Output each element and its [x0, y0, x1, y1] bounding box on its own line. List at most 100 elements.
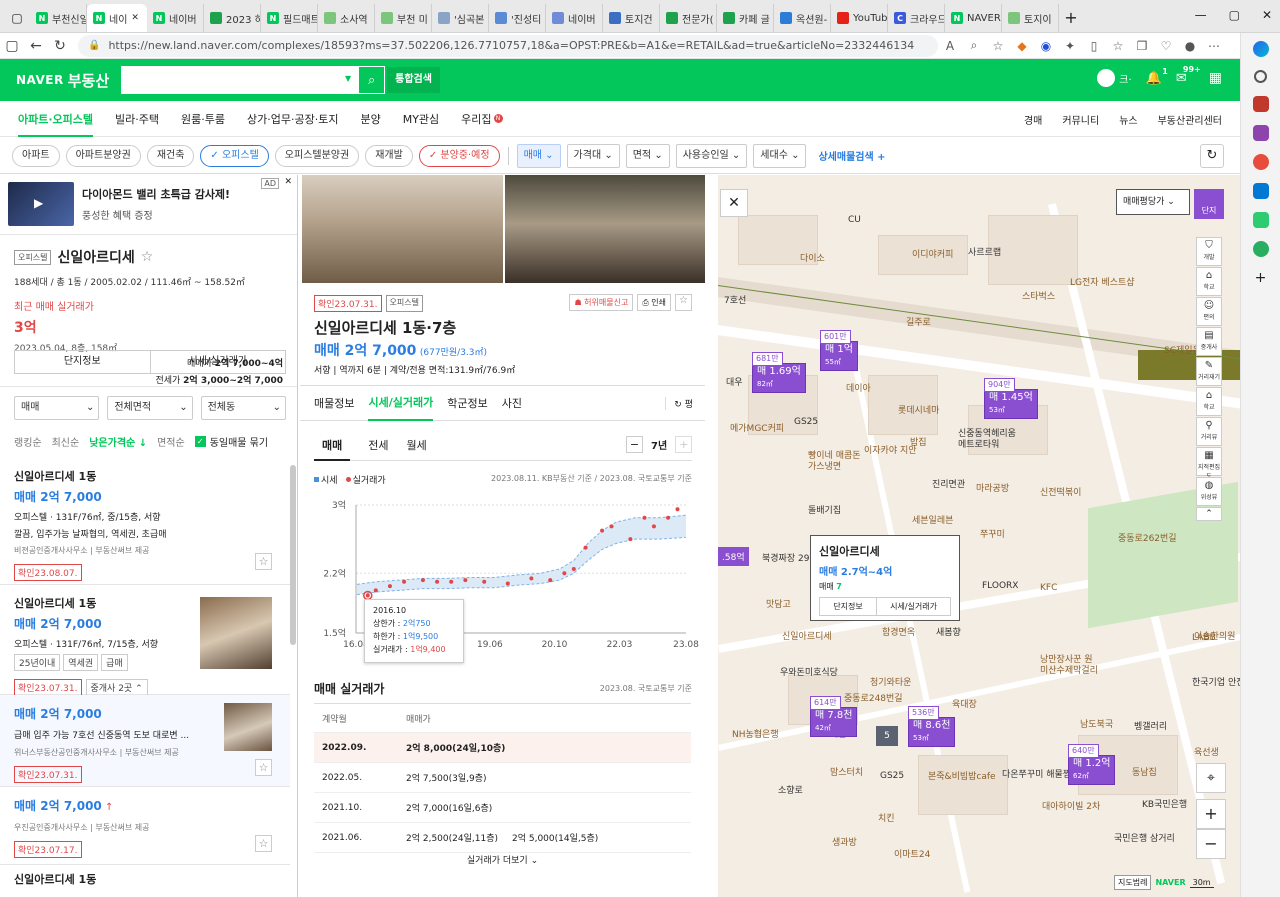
- map-poi-label[interactable]: GS25: [880, 771, 904, 781]
- map-poi-label[interactable]: 사르르랩: [968, 245, 1001, 258]
- map-poi-label[interactable]: 이디야커피: [912, 247, 953, 260]
- bookmark-star-icon[interactable]: ☆: [255, 835, 272, 852]
- sidebar-toggle-icon[interactable]: ▢: [0, 38, 24, 54]
- map-poi-label[interactable]: 신일아르디세: [782, 629, 832, 642]
- ad-banner[interactable]: ▶ 다이아몬드 밸리 초특급 감사제! 풍성한 혜택 증정 AD ✕: [0, 175, 297, 235]
- browser-tab[interactable]: YouTub: [831, 4, 888, 32]
- office-icon[interactable]: [1252, 154, 1269, 170]
- map-tool-button[interactable]: ☺ 편의: [1196, 297, 1222, 326]
- price-chart[interactable]: 3억2.2억1.5억16.08 19.06 20.10 22.03 23.08: [300, 485, 705, 655]
- detail-photos[interactable]: [302, 175, 705, 283]
- map-price-pin[interactable]: 601만 매 1억 55㎡: [820, 330, 858, 371]
- browser-tab[interactable]: 카페 글: [717, 4, 774, 32]
- menu-right-item[interactable]: 부동산관리센터: [1158, 112, 1222, 127]
- map-tool-button[interactable]: ◍ 위성뷰: [1196, 477, 1222, 506]
- filter-chip[interactable]: 아파트분양권: [65, 144, 141, 167]
- map-poi-label[interactable]: 길주로: [906, 315, 931, 328]
- sort-area[interactable]: 면적순: [157, 434, 185, 449]
- menu-right-item[interactable]: 뉴스: [1119, 112, 1137, 127]
- naver-logo[interactable]: NAVER: [16, 73, 64, 87]
- back-icon[interactable]: ←: [24, 38, 48, 54]
- map-poi-label[interactable]: 동남집: [1132, 765, 1157, 778]
- filter-select[interactable]: 면적 ⌄: [625, 143, 670, 168]
- listing-photo[interactable]: [224, 703, 272, 751]
- map-poi-label[interactable]: KFC: [1040, 583, 1057, 593]
- map-poi-label[interactable]: 소향로: [778, 783, 803, 796]
- apps-grid-icon[interactable]: ▦: [1209, 70, 1222, 86]
- browser-tab[interactable]: 네이버: [546, 4, 603, 32]
- map-poi-label[interactable]: 마라공방: [976, 481, 1009, 494]
- map-poi-label[interactable]: 대우: [726, 375, 743, 388]
- period-plus-button[interactable]: +: [675, 436, 693, 453]
- map-poi-label[interactable]: 국민은행 삼거리: [1114, 831, 1175, 844]
- building-select[interactable]: 전체동 ⌄: [200, 396, 286, 420]
- close-window-icon[interactable]: ✕: [1262, 8, 1272, 22]
- refresh-filter-button[interactable]: ↻: [1200, 144, 1224, 168]
- map-tool-button[interactable]: ⛉ 개발: [1196, 237, 1222, 266]
- map-poi-label[interactable]: 이마트24: [894, 847, 930, 860]
- listing-photo[interactable]: [200, 597, 272, 669]
- browser-tab[interactable]: 전문가(: [660, 4, 717, 32]
- browser-tab[interactable]: C 크라우드: [888, 4, 945, 32]
- sort-latest[interactable]: 최신순: [52, 434, 80, 449]
- drop-icon[interactable]: [1252, 212, 1269, 228]
- map-poi-label[interactable]: 신전떡볶이: [1040, 485, 1081, 498]
- map-price-pin[interactable]: 640만 매 1.2억 62㎡: [1068, 744, 1116, 785]
- map-poi-label[interactable]: 메가MGC커피: [730, 421, 784, 434]
- complex-info-button[interactable]: 단지정보: [15, 351, 151, 373]
- map-price-pin[interactable]: 681만 매 1.69억 82㎡: [752, 352, 806, 393]
- map-poi-label[interactable]: 롯데시네마: [898, 403, 939, 416]
- map-poi-label[interactable]: 육선생: [1194, 745, 1219, 758]
- filter-chip[interactable]: 재개발: [365, 144, 413, 167]
- search-input[interactable]: ▼: [121, 66, 360, 94]
- tab-close-icon[interactable]: ✕: [131, 13, 139, 23]
- map-poi-label[interactable]: 함경면옥: [882, 625, 915, 638]
- browser-tab[interactable]: '진성티: [489, 4, 546, 32]
- listing-card[interactable]: 매매 2억 7,000 ↑ 우진공인중개사사무소 | 부동산써브 제공 확인23…: [0, 787, 290, 865]
- filter-select[interactable]: 세대수 ⌄: [753, 143, 807, 168]
- popup-price-button[interactable]: 시세/실거래가: [877, 598, 950, 615]
- map-tool-button[interactable]: ✎ 거리재기: [1196, 357, 1222, 386]
- split-screen-icon[interactable]: ▯: [1082, 39, 1106, 53]
- bookmark-star-icon[interactable]: ☆: [255, 553, 272, 570]
- map-price-pin[interactable]: 614만 매 7.8천 42㎡: [810, 696, 858, 737]
- sort-ranking[interactable]: 랭킹순: [14, 434, 42, 449]
- health-icon[interactable]: ♡: [1154, 39, 1178, 53]
- total-search-button[interactable]: 통합검색: [387, 67, 440, 93]
- complex-popup[interactable]: 신일아르디세 매매 2.7억~4억 매매 7 단지정보 시세/실거래가: [810, 535, 960, 621]
- map-poi-label[interactable]: 신중동역헤리움 메트로타워: [958, 429, 1018, 451]
- map-poi-label[interactable]: 이자카야 지안: [864, 443, 917, 456]
- search-dropdown-icon[interactable]: ▼: [345, 74, 351, 83]
- tree-icon[interactable]: [1252, 241, 1269, 257]
- metamask-extension-icon[interactable]: ◆: [1010, 39, 1034, 53]
- map-poi-label[interactable]: 육대장: [952, 697, 977, 710]
- filter-chip[interactable]: ✓ 오피스텔: [200, 144, 269, 167]
- detail-photo[interactable]: [302, 175, 503, 283]
- tab-school[interactable]: 학군정보: [447, 395, 487, 411]
- tab-actions-icon[interactable]: ▢: [4, 4, 30, 32]
- zoom-out-button[interactable]: −: [1196, 829, 1226, 859]
- games-icon[interactable]: [1252, 125, 1269, 141]
- bookmark-star-icon[interactable]: ☆: [255, 759, 272, 776]
- menu-item[interactable]: 원룸·투룸: [181, 111, 225, 127]
- group-checkbox[interactable]: ✓: [194, 436, 206, 447]
- browser-tab[interactable]: N 네이 ✕: [87, 4, 147, 32]
- map-poi-label[interactable]: 남도북국: [1080, 717, 1113, 730]
- map-poi-label[interactable]: 새봄향: [936, 625, 961, 638]
- listing-card[interactable]: 신일아르디세 1동: [0, 865, 290, 895]
- tab-photo[interactable]: 사진: [502, 395, 522, 411]
- map-poi-label[interactable]: 한국기업 안전교육원: [1192, 675, 1240, 688]
- map-tools-collapse-button[interactable]: ⌃: [1196, 507, 1222, 521]
- map-poi-label[interactable]: 청기와타운: [870, 675, 911, 688]
- map-poi-label[interactable]: 스타벅스: [1022, 289, 1055, 302]
- listing-card[interactable]: 신일아르디세 1동 매매 2억 7,000 오피스텔 · 131F/76㎡, 중…: [0, 458, 290, 585]
- new-tab-button[interactable]: +: [1059, 4, 1083, 32]
- listing-card[interactable]: 신일아르디세 1동 매매 2억 7,000 오피스텔 · 131F/76㎡, 7…: [0, 585, 290, 696]
- map-poi-label[interactable]: LG전자 베스트샵: [1070, 275, 1135, 288]
- menu-right-item[interactable]: 커뮤니티: [1062, 112, 1099, 127]
- map-price-pin[interactable]: 536만 매 8.6천 53㎡: [908, 706, 956, 747]
- filter-chip[interactable]: 아파트: [12, 144, 60, 167]
- more-trades-button[interactable]: 실거래가 더보기 ⌄: [314, 853, 691, 866]
- browser-tab[interactable]: N NAVER: [945, 4, 1002, 32]
- complex-toggle-button[interactable]: 단지: [1194, 189, 1224, 219]
